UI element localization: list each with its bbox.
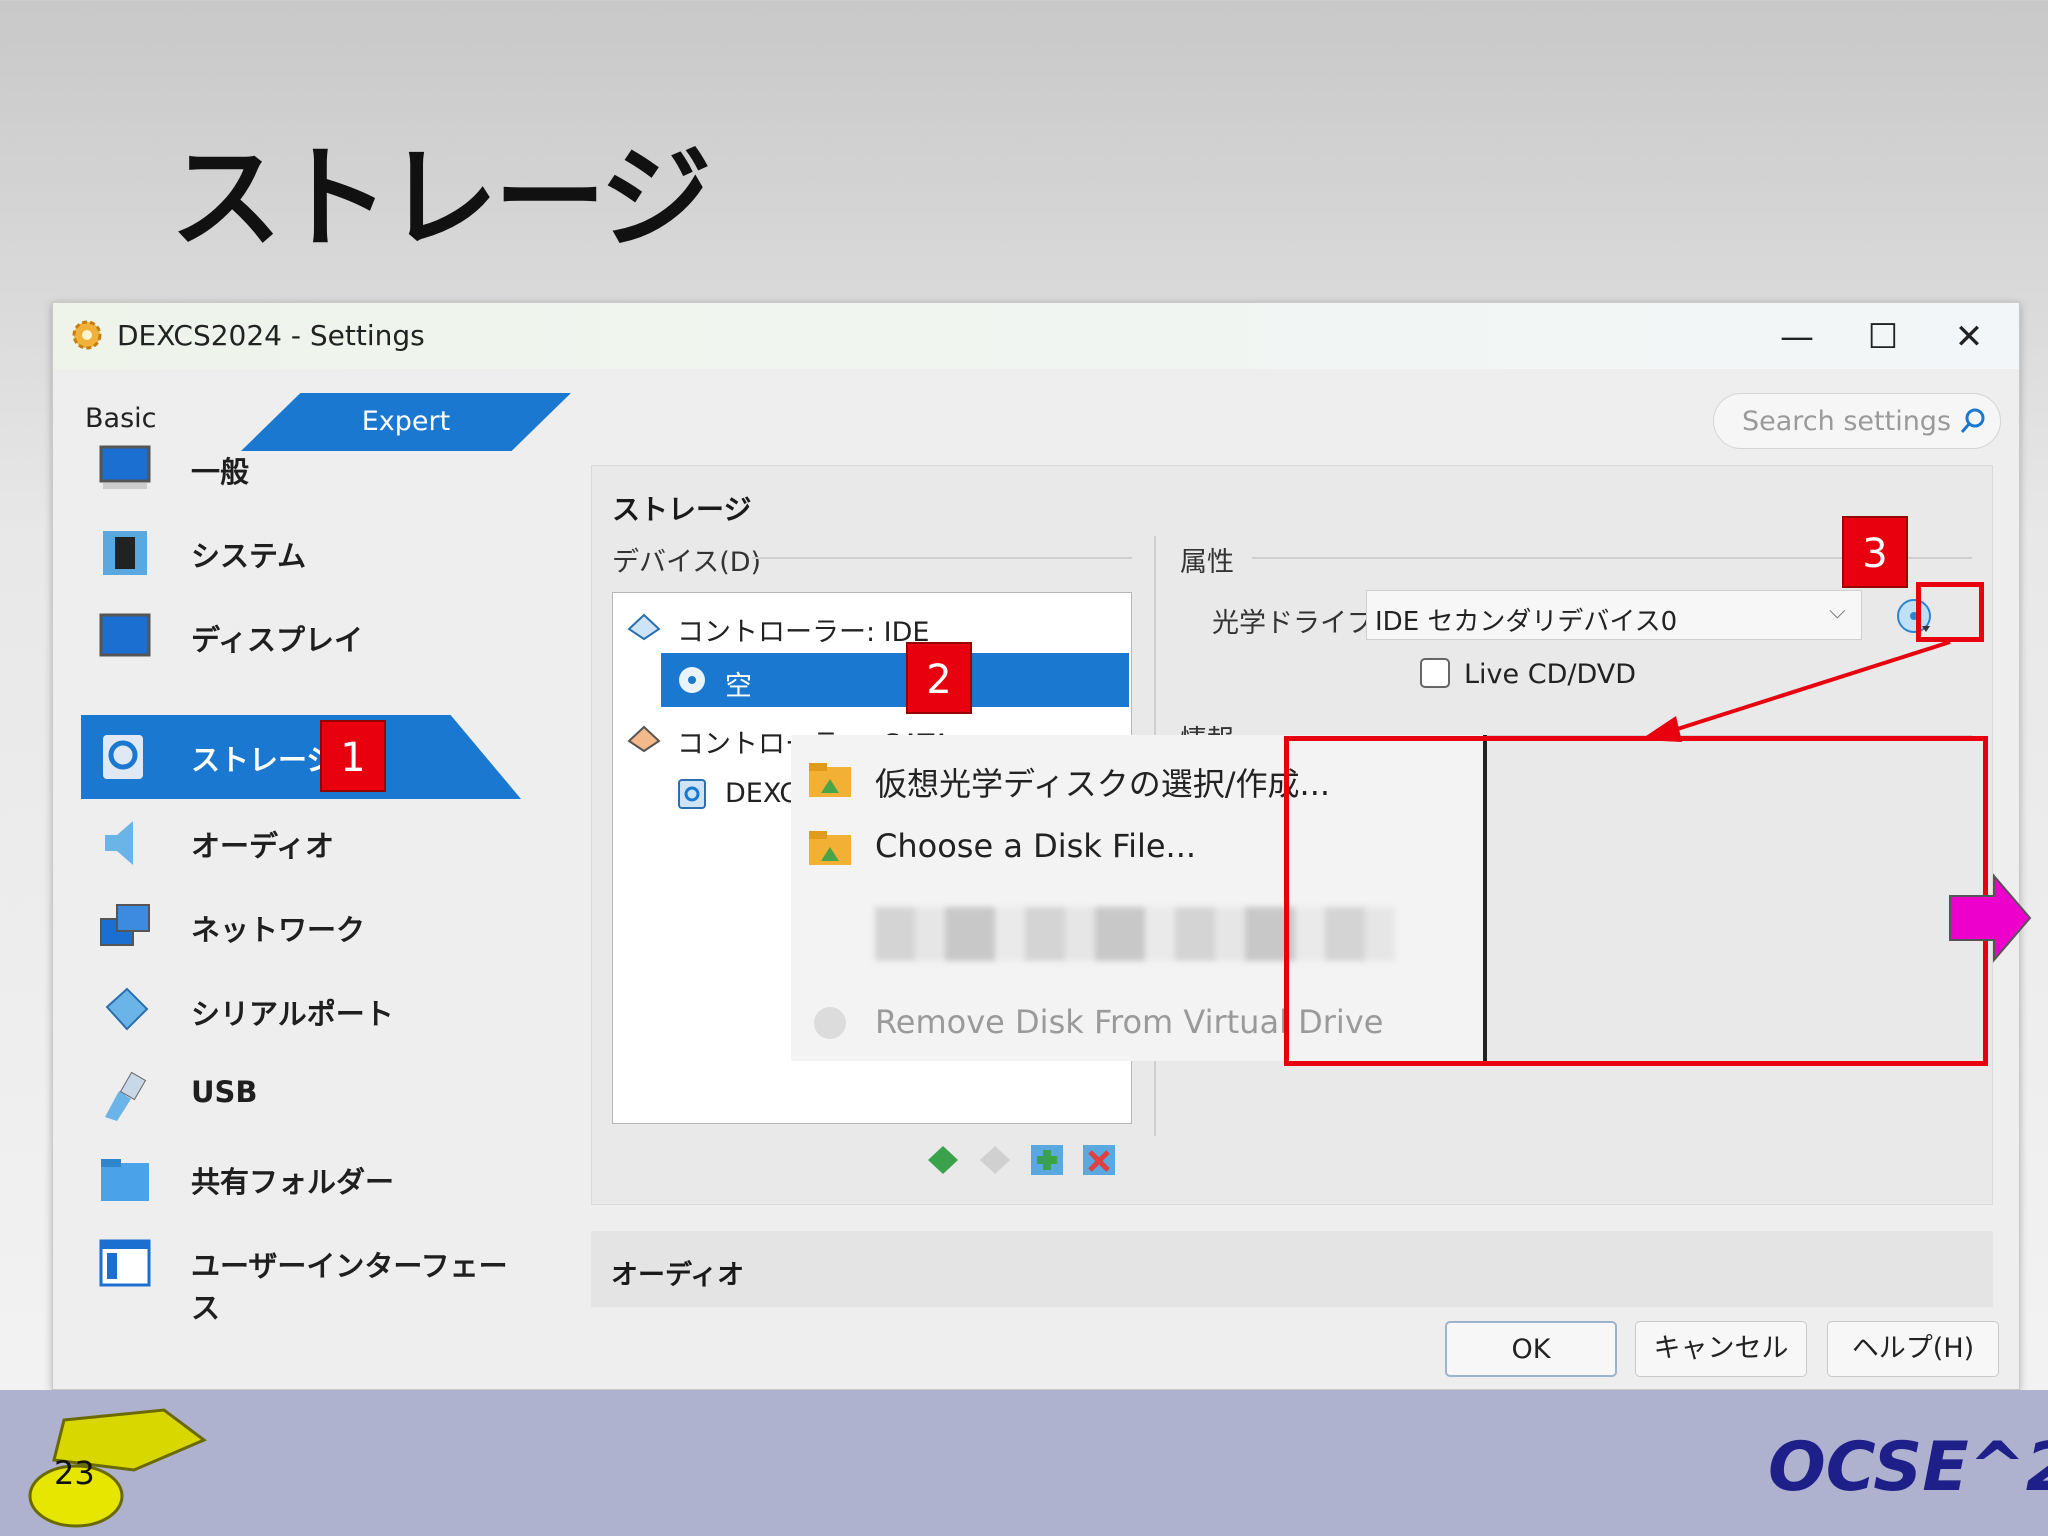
red-arrow-line (1667, 640, 1951, 734)
red-arrow-head (1640, 716, 1682, 742)
logo-icon (28, 1408, 207, 1528)
page-number: 23 (54, 1454, 95, 1492)
next-arrow-icon (1949, 873, 2032, 963)
slide-footer (0, 1390, 2048, 1536)
annotation-arrows (1640, 640, 2032, 963)
brand-logo: OCSE^2 (1768, 1428, 2048, 1507)
